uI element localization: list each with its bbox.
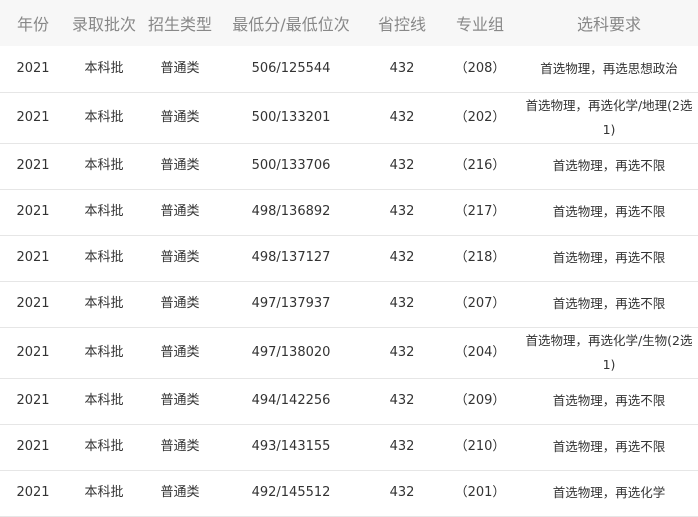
cell-batch: 本科批 <box>66 143 142 190</box>
cell-batch: 本科批 <box>66 189 142 236</box>
cell-subject-requirement: 首选物理，再选化学/生物(2选1) <box>520 327 698 379</box>
cell-batch: 本科批 <box>66 235 142 282</box>
cell-type: 普通类 <box>142 470 218 517</box>
header-type: 招生类型 <box>142 0 218 46</box>
cell-major-group: （216） <box>440 143 520 190</box>
header-min-score-rank: 最低分/最低位次 <box>218 0 364 46</box>
header-subject-requirement: 选科要求 <box>520 0 698 46</box>
header-year: 年份 <box>0 0 66 46</box>
cell-subject-requirement: 首选物理，再选思想政治 <box>520 46 698 93</box>
cell-subject-requirement: 首选物理，再选不限 <box>520 189 698 236</box>
cell-type: 普通类 <box>142 46 218 93</box>
cell-subject-requirement: 首选物理，再选不限 <box>520 424 698 471</box>
cell-batch: 本科批 <box>66 281 142 328</box>
cell-major-group: （217） <box>440 189 520 236</box>
cell-control-line: 432 <box>364 378 440 425</box>
cell-major-group: （208） <box>440 46 520 93</box>
cell-type: 普通类 <box>142 281 218 328</box>
cell-control-line: 432 <box>364 470 440 517</box>
cell-type: 普通类 <box>142 189 218 236</box>
admission-table: 年份 录取批次 招生类型 最低分/最低位次 省控线 专业组 选科要求 2021 … <box>0 0 698 517</box>
cell-year: 2021 <box>0 143 66 190</box>
cell-year: 2021 <box>0 46 66 93</box>
cell-year: 2021 <box>0 424 66 471</box>
table-row: 2021 本科批 普通类 497/137937 432 （207） 首选物理，再… <box>0 281 698 328</box>
table-row: 2021 本科批 普通类 494/142256 432 （209） 首选物理，再… <box>0 378 698 425</box>
cell-subject-requirement: 首选物理，再选化学 <box>520 470 698 517</box>
cell-min-score-rank: 492/145512 <box>218 470 364 517</box>
cell-year: 2021 <box>0 189 66 236</box>
header-control-line: 省控线 <box>364 0 440 46</box>
cell-type: 普通类 <box>142 424 218 471</box>
table-row: 2021 本科批 普通类 497/138020 432 （204） 首选物理，再… <box>0 327 698 379</box>
cell-major-group: （202） <box>440 92 520 144</box>
cell-subject-requirement: 首选物理，再选化学/地理(2选1) <box>520 92 698 144</box>
table-row: 2021 本科批 普通类 500/133201 432 （202） 首选物理，再… <box>0 92 698 144</box>
cell-control-line: 432 <box>364 143 440 190</box>
cell-year: 2021 <box>0 92 66 144</box>
header-batch: 录取批次 <box>66 0 142 46</box>
table-row: 2021 本科批 普通类 493/143155 432 （210） 首选物理，再… <box>0 424 698 471</box>
cell-control-line: 432 <box>364 235 440 282</box>
cell-min-score-rank: 497/138020 <box>218 327 364 379</box>
cell-subject-requirement: 首选物理，再选不限 <box>520 235 698 282</box>
cell-type: 普通类 <box>142 235 218 282</box>
cell-major-group: （218） <box>440 235 520 282</box>
cell-min-score-rank: 494/142256 <box>218 378 364 425</box>
cell-batch: 本科批 <box>66 92 142 144</box>
table-header-row: 年份 录取批次 招生类型 最低分/最低位次 省控线 专业组 选科要求 <box>0 0 698 46</box>
cell-year: 2021 <box>0 327 66 379</box>
cell-major-group: （210） <box>440 424 520 471</box>
cell-major-group: （204） <box>440 327 520 379</box>
cell-control-line: 432 <box>364 424 440 471</box>
cell-year: 2021 <box>0 378 66 425</box>
cell-control-line: 432 <box>364 281 440 328</box>
cell-year: 2021 <box>0 281 66 328</box>
cell-control-line: 432 <box>364 46 440 93</box>
cell-subject-requirement: 首选物理，再选不限 <box>520 281 698 328</box>
cell-subject-requirement: 首选物理，再选不限 <box>520 378 698 425</box>
cell-major-group: （201） <box>440 470 520 517</box>
cell-min-score-rank: 498/136892 <box>218 189 364 236</box>
cell-batch: 本科批 <box>66 46 142 93</box>
cell-min-score-rank: 500/133706 <box>218 143 364 190</box>
table-row: 2021 本科批 普通类 498/137127 432 （218） 首选物理，再… <box>0 235 698 282</box>
table-row: 2021 本科批 普通类 506/125544 432 （208） 首选物理，再… <box>0 46 698 93</box>
cell-year: 2021 <box>0 235 66 282</box>
cell-type: 普通类 <box>142 92 218 144</box>
cell-batch: 本科批 <box>66 327 142 379</box>
cell-batch: 本科批 <box>66 470 142 517</box>
cell-min-score-rank: 506/125544 <box>218 46 364 93</box>
cell-year: 2021 <box>0 470 66 517</box>
cell-min-score-rank: 497/137937 <box>218 281 364 328</box>
cell-type: 普通类 <box>142 378 218 425</box>
cell-min-score-rank: 498/137127 <box>218 235 364 282</box>
cell-major-group: （207） <box>440 281 520 328</box>
table-row: 2021 本科批 普通类 492/145512 432 （201） 首选物理，再… <box>0 470 698 517</box>
cell-batch: 本科批 <box>66 378 142 425</box>
table-row: 2021 本科批 普通类 498/136892 432 （217） 首选物理，再… <box>0 189 698 236</box>
cell-batch: 本科批 <box>66 424 142 471</box>
cell-control-line: 432 <box>364 92 440 144</box>
cell-major-group: （209） <box>440 378 520 425</box>
header-major-group: 专业组 <box>440 0 520 46</box>
cell-type: 普通类 <box>142 143 218 190</box>
cell-control-line: 432 <box>364 327 440 379</box>
cell-min-score-rank: 493/143155 <box>218 424 364 471</box>
cell-min-score-rank: 500/133201 <box>218 92 364 144</box>
table-row: 2021 本科批 普通类 500/133706 432 （216） 首选物理，再… <box>0 143 698 190</box>
cell-control-line: 432 <box>364 189 440 236</box>
cell-type: 普通类 <box>142 327 218 379</box>
cell-subject-requirement: 首选物理，再选不限 <box>520 143 698 190</box>
